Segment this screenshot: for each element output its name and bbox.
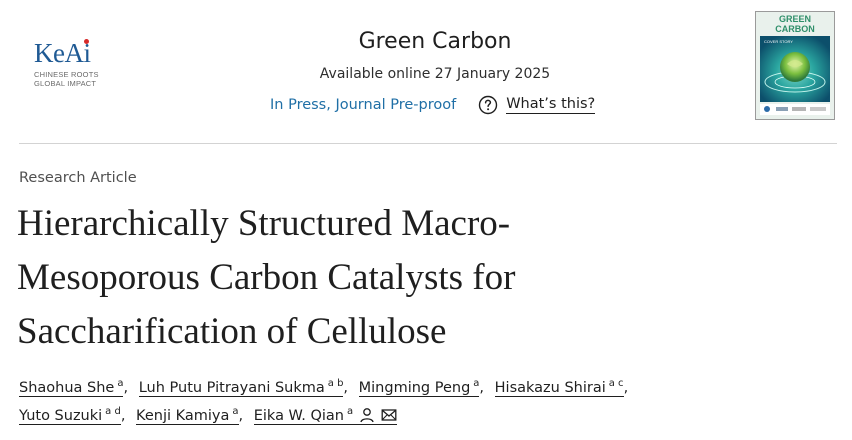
author-affiliation: a c: [608, 378, 624, 389]
author-name: Mingming Peng a: [358, 378, 480, 397]
author-name-text: Mingming Peng: [358, 380, 471, 396]
author-name-text: Shaohua She: [19, 380, 115, 396]
author-item[interactable]: Luh Putu Pitrayani Sukma a b,: [138, 374, 354, 402]
cover-artwork: GREEN CARBON COVER STORY: [756, 12, 834, 119]
author-name: Kenji Kamiya a: [136, 406, 239, 425]
author-name: Yuto Suzuki a d: [19, 406, 121, 425]
header-divider: [19, 143, 837, 144]
author-name: Eika W. Qian a: [253, 406, 398, 425]
author-item[interactable]: Kenji Kamiya a,: [136, 402, 249, 430]
journal-cover-image[interactable]: GREEN CARBON COVER STORY: [755, 11, 835, 120]
person-icon: [360, 408, 374, 423]
question-circle-icon: [479, 95, 498, 115]
author-name-text: Kenji Kamiya: [136, 408, 230, 424]
keai-logo-ke: KeA: [34, 38, 84, 68]
whats-this-label: What’s this?: [506, 96, 596, 114]
author-separator: ,: [623, 380, 629, 396]
in-press-link[interactable]: In Press, Journal Pre-proof: [270, 97, 456, 113]
article-status-row: In Press, Journal Pre-proof What’s this?: [270, 94, 596, 116]
envelope-icon: [381, 409, 397, 421]
article-title-line: Mesoporous Carbon Catalysts for: [17, 257, 516, 298]
keai-tagline-line1: CHINESE ROOTS: [34, 70, 99, 79]
journal-title[interactable]: Green Carbon: [200, 29, 670, 54]
author-item[interactable]: Eika W. Qian a: [253, 402, 398, 430]
author-separator: ,: [123, 380, 129, 396]
author-separator: ,: [238, 408, 244, 424]
cover-title-carbon: CARBON: [775, 24, 815, 34]
keai-logo-word: KeAi: [34, 38, 116, 68]
keai-tagline: CHINESE ROOTS GLOBAL IMPACT: [34, 70, 116, 88]
keai-logo[interactable]: KeAi CHINESE ROOTS GLOBAL IMPACT: [34, 38, 116, 94]
author-item[interactable]: Yuto Suzuki a d,: [19, 402, 131, 430]
author-name-text: Luh Putu Pitrayani Sukma: [138, 380, 325, 396]
author-separator: ,: [343, 380, 349, 396]
keai-logo-dot: [83, 39, 89, 44]
article-title-line: Saccharification of Cellulose: [17, 311, 447, 352]
author-affiliation: a b: [327, 378, 344, 389]
keai-tagline-line2: GLOBAL IMPACT: [34, 79, 97, 88]
author-name: Shaohua She a: [19, 378, 124, 397]
author-name-text: Yuto Suzuki: [19, 408, 103, 424]
cover-title-green: GREEN: [779, 14, 811, 24]
author-affiliation: a: [232, 406, 239, 417]
cover-label: COVER STORY: [764, 39, 793, 44]
author-item[interactable]: Mingming Peng a,: [358, 374, 490, 402]
author-separator: ,: [120, 408, 126, 424]
author-affiliation: a d: [105, 406, 121, 417]
author-name-text: Eika W. Qian: [253, 408, 344, 424]
article-title: Hierarchically Structured Macro- Mesopor…: [17, 197, 697, 359]
author-item[interactable]: Shaohua She a,: [19, 374, 134, 402]
availability-date: Available online 27 January 2025: [319, 66, 551, 82]
keai-logo-i: i: [83, 38, 91, 68]
whats-this-button[interactable]: What’s this?: [478, 95, 596, 115]
author-separator: ,: [479, 380, 485, 396]
article-title-line: Hierarchically Structured Macro-: [17, 203, 511, 244]
author-name: Luh Putu Pitrayani Sukma a b: [138, 378, 344, 397]
author-list: Shaohua She a, Luh Putu Pitrayani Sukma a …: [19, 374, 759, 430]
author-name: Hisakazu Shirai a c: [494, 378, 624, 397]
author-name-text: Hisakazu Shirai: [494, 380, 606, 396]
author-affiliation: a: [346, 406, 354, 417]
article-type: Research Article: [19, 170, 137, 186]
author-item[interactable]: Hisakazu Shirai a c,: [494, 374, 635, 402]
